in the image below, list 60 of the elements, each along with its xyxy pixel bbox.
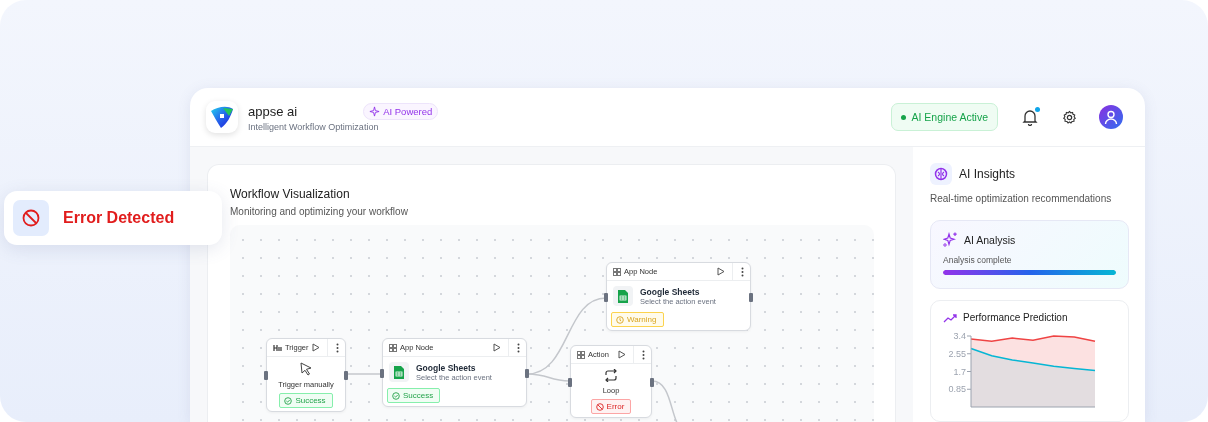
prohibited-icon xyxy=(13,200,49,236)
more-icon[interactable] xyxy=(336,342,339,353)
prohibited-icon xyxy=(595,402,604,411)
connector-line xyxy=(345,373,383,375)
more-icon[interactable] xyxy=(517,342,520,353)
spreadsheet-icon xyxy=(613,286,633,306)
y-tick-label: 2.55 xyxy=(948,348,966,359)
settings-icon xyxy=(1062,109,1077,125)
grid-icon xyxy=(613,267,621,276)
port-handle[interactable] xyxy=(749,292,753,302)
app-name: appse ai xyxy=(248,103,298,119)
ai-powered-badge: AI Powered xyxy=(363,102,439,120)
port-handle[interactable] xyxy=(604,292,608,302)
node-title: Google Sheets xyxy=(416,362,477,373)
analysis-title: AI Analysis xyxy=(964,233,1016,246)
y-tick-label: 3.4 xyxy=(953,331,966,341)
play-icon[interactable] xyxy=(618,350,626,359)
port-handle[interactable] xyxy=(568,377,572,387)
status-badge: Error xyxy=(590,399,632,414)
spreadsheet-icon xyxy=(389,362,409,382)
user-avatar[interactable] xyxy=(1099,105,1123,129)
insights-subtitle: Real-time optimization recommendations xyxy=(930,193,1113,204)
more-icon[interactable] xyxy=(642,349,645,360)
status-badge: Warning xyxy=(611,312,664,327)
app-tagline: Intelligent Workflow Optimization xyxy=(248,121,380,132)
connector-line xyxy=(651,380,679,422)
port-handle[interactable] xyxy=(525,368,529,378)
clock-icon xyxy=(616,315,624,324)
port-handle[interactable] xyxy=(344,371,348,380)
logo-icon xyxy=(206,101,238,133)
toast-message: Error Detected xyxy=(63,209,175,227)
workflow-title: Workflow Visualization xyxy=(230,187,351,201)
check-circle-icon xyxy=(392,391,400,400)
trend-up-icon xyxy=(943,312,957,323)
play-icon[interactable] xyxy=(717,267,725,276)
workflow-subtitle: Monitoring and optimizing your workflow xyxy=(230,206,409,217)
check-circle-icon xyxy=(284,396,293,405)
user-icon xyxy=(1104,109,1118,125)
more-icon[interactable] xyxy=(741,266,744,277)
status-badge: Success xyxy=(279,393,333,408)
play-icon[interactable] xyxy=(493,343,501,352)
analysis-status: Analysis complete xyxy=(943,255,1013,265)
insights-title: AI Insights xyxy=(959,167,1016,181)
status-badge: Success xyxy=(387,388,441,403)
y-tick-label: 0.85 xyxy=(948,384,966,395)
bell-icon xyxy=(1022,108,1038,126)
loop-icon xyxy=(604,369,618,382)
node-title: Google Sheets xyxy=(640,286,701,297)
port-handle[interactable] xyxy=(264,371,268,380)
grid-icon xyxy=(577,350,585,359)
play-icon[interactable] xyxy=(312,343,320,352)
cursor-icon xyxy=(299,362,313,376)
prediction-title: Performance Prediction xyxy=(963,312,1068,323)
port-handle[interactable] xyxy=(380,368,384,378)
sparkle-icon xyxy=(943,232,958,247)
sparkle-icon xyxy=(369,105,381,117)
grid-icon xyxy=(389,343,397,352)
y-tick-label: 1.7 xyxy=(953,366,966,377)
port-handle[interactable] xyxy=(650,377,654,387)
engine-status-badge: AI Engine Active xyxy=(890,103,998,131)
